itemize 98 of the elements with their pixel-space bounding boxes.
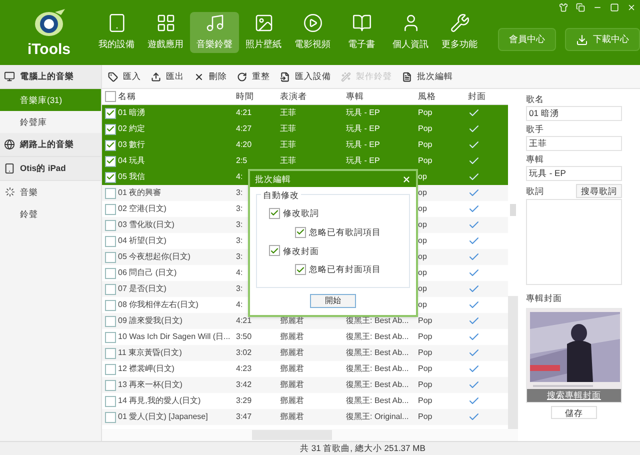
table-cell: 10 Was Ich Dir Sagen Will (日...: [118, 332, 230, 341]
table-cell: 13 再來一杯(日文): [118, 380, 182, 389]
table-cell: Pop: [418, 380, 432, 389]
table-cell: 02 約定: [118, 124, 146, 133]
table-cell: Pop: [418, 364, 432, 373]
table-cell: 14 再見,我的愛人(日文): [118, 396, 201, 405]
table-cell: 4:: [236, 268, 243, 277]
table-cell: 2:5: [236, 156, 248, 165]
group-title: 自動修改: [261, 189, 301, 202]
table-cell: 05 我信: [118, 172, 146, 181]
table-cell: 3:50: [236, 332, 252, 341]
table-cell: 01 夜的興審: [118, 188, 162, 197]
table-cell: Pop: [418, 396, 432, 405]
table-cell: 4:21: [236, 316, 252, 325]
option-label: 修改歌詞: [283, 207, 319, 220]
table-cell: 01 暗湧: [118, 108, 146, 117]
table-cell: 玩具 - EP: [346, 156, 380, 165]
app-logo-text: iTools: [27, 42, 71, 57]
table-cell: 3:02: [236, 348, 252, 357]
table-cell: 鄧麗君: [280, 396, 304, 405]
table-cell: 王菲: [280, 108, 296, 117]
table-cell: 4:: [236, 300, 243, 309]
table-cell: 復黑王: Best Ab...: [346, 348, 409, 357]
table-cell: 鄧麗君: [280, 316, 304, 325]
status-bar-text: 共 31 首歌曲, 總大小 251.37 MB: [300, 442, 426, 455]
table-cell: op: [418, 188, 427, 197]
table-cell: 05 今夜想起你(日文): [118, 252, 190, 261]
table-cell: Pop: [418, 316, 432, 325]
table-cell: 復黑王: Best Ab...: [346, 364, 409, 373]
table-cell: 4:: [236, 172, 243, 181]
dialog-title: 批次編輯: [255, 172, 291, 186]
option-label: 忽略已有歌詞項目: [309, 226, 381, 238]
table-cell: 鄧麗君: [280, 412, 304, 421]
table-cell: 07 是否(日文): [118, 284, 166, 293]
table-cell: 鄧麗君: [280, 380, 304, 389]
table-cell: 王菲: [280, 140, 296, 149]
option-label: 修改封面: [283, 244, 319, 258]
table-cell: 3:47: [236, 412, 252, 421]
table-cell: 3:29: [236, 396, 252, 405]
table-cell: 06 問自己 (日文): [118, 268, 177, 277]
table-cell: 復黑王: Best Ab...: [346, 332, 409, 341]
table-cell: 03 雪化妝(日文): [118, 220, 174, 229]
field-label: 歌手: [526, 123, 545, 136]
table-cell: 3:: [236, 204, 243, 213]
table-cell: op: [418, 172, 427, 181]
field-label: 專輯: [526, 153, 545, 166]
table-cell: 3:: [236, 236, 243, 245]
table-cell: op: [418, 268, 427, 277]
table-cell: Pop: [418, 156, 432, 165]
table-cell: 08 你我相伴左右(日文): [118, 300, 198, 309]
table-cell: 12 襟裳岬(日文): [118, 364, 174, 373]
table-cell: 復黑王: Best Ab...: [346, 380, 409, 389]
table-cell: op: [418, 300, 427, 309]
table-cell: 王菲: [280, 156, 296, 165]
table-cell: 鄧麗君: [280, 364, 304, 373]
table-cell: 3:: [236, 220, 243, 229]
table-cell: Pop: [418, 412, 432, 421]
table-cell: 4:20: [236, 140, 252, 149]
table-cell: 鄧麗君: [280, 332, 304, 341]
table-cell: 3:: [236, 252, 243, 261]
table-cell: 04 玩具: [118, 156, 146, 165]
table-cell: 3:42: [236, 380, 252, 389]
table-cell: 鄧麗君: [280, 348, 304, 357]
sidebar-section-label: 網路上的音樂: [20, 138, 74, 151]
sidebar-section-label: 電腦上的音樂: [20, 70, 74, 83]
table-cell: 復黑王: Original...: [346, 412, 409, 421]
table-cell: 復黑王: Best Ab...: [346, 396, 409, 405]
table-cell: 4:21: [236, 108, 252, 117]
table-cell: 玩具 - EP: [346, 124, 380, 133]
table-cell: 11 東京黃昏(日文): [118, 348, 182, 357]
table-cell: 09 誰來愛我(日文): [118, 316, 182, 325]
table-cell: 玩具 - EP: [346, 108, 380, 117]
table-cell: 01 愛人(日文) [Japanese]: [118, 412, 208, 421]
table-cell: 3:: [236, 284, 243, 293]
table-cell: Pop: [418, 332, 432, 341]
table-cell: 03 數行: [118, 140, 146, 149]
table-cell: 4:23: [236, 364, 252, 373]
table-cell: op: [418, 252, 427, 261]
option-label: 忽略已有封面項目: [309, 263, 381, 276]
table-cell: 玩具 - EP: [346, 140, 380, 149]
table-cell: 4:27: [236, 124, 252, 133]
field-label: 歌名: [526, 93, 545, 106]
field-label: 歌詞: [526, 184, 544, 198]
table-cell: Pop: [418, 108, 432, 117]
table-cell: 3:: [236, 188, 243, 197]
table-cell: op: [418, 236, 427, 245]
table-cell: 復黑王: Best Ab...: [346, 316, 409, 325]
field-label: 專輯封面: [526, 292, 563, 305]
table-cell: Pop: [418, 140, 432, 149]
table-cell: op: [418, 220, 427, 229]
table-cell: Pop: [418, 124, 432, 133]
table-cell: Pop: [418, 348, 432, 357]
table-cell: 王菲: [280, 124, 296, 133]
table-cell: op: [418, 204, 427, 213]
sidebar-section-label: Otis的 iPad: [20, 162, 66, 175]
table-cell: op: [418, 284, 427, 293]
table-cell: 04 祈望(日文): [118, 236, 166, 245]
table-cell: 02 空港(日文): [118, 204, 166, 213]
